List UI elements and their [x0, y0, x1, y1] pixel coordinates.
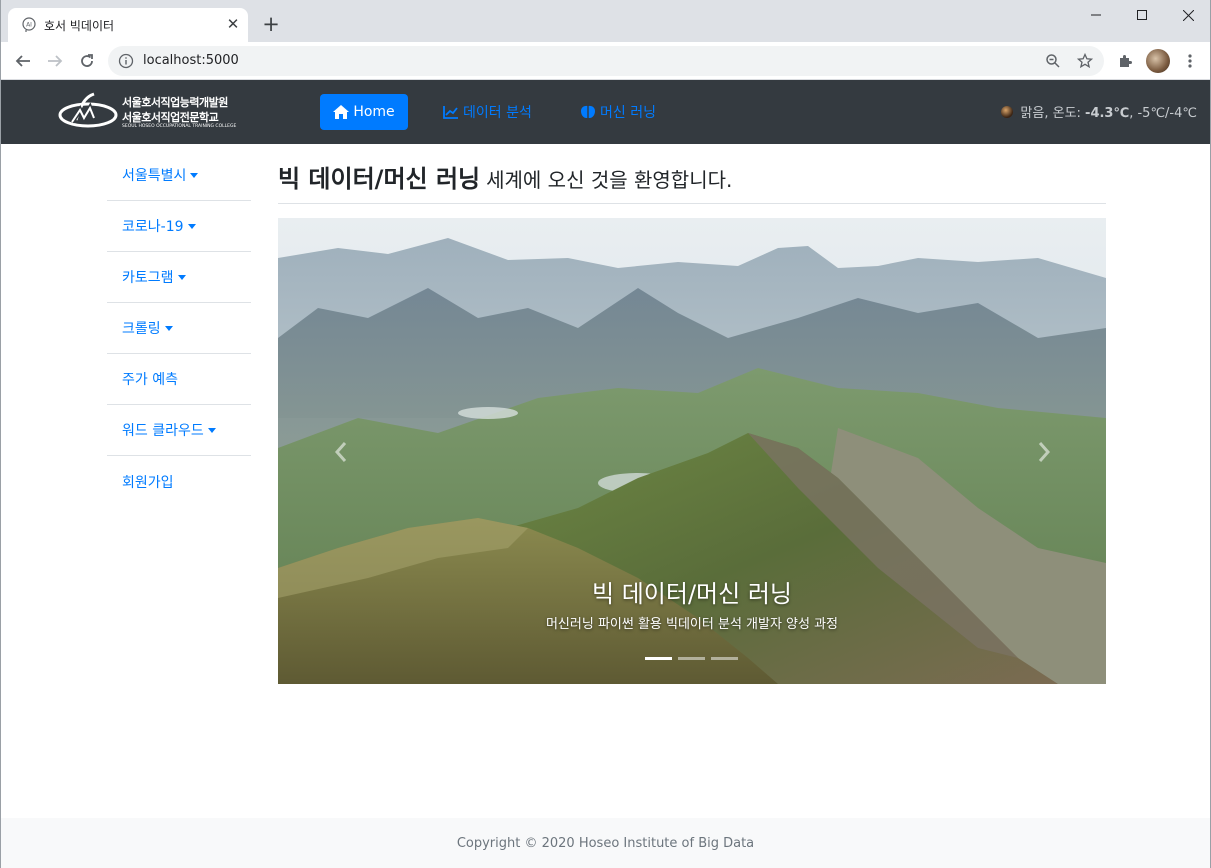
new-tab-button[interactable]: +	[258, 12, 284, 38]
arrow-right-icon	[48, 55, 63, 67]
bookmark-star-icon[interactable]	[1077, 53, 1093, 69]
carousel-indicator-2[interactable]	[678, 657, 705, 660]
page-title-strong: 빅 데이터/머신 러닝	[278, 165, 481, 193]
sidebar-item-label: 워드 클라우드	[122, 423, 204, 439]
more-vert-icon	[1188, 54, 1192, 68]
logo-text-line2: 서울호서직업전문학교	[122, 111, 219, 124]
brain-icon	[581, 105, 595, 119]
back-button[interactable]	[9, 47, 37, 75]
close-tab-icon[interactable]: ✕	[224, 15, 242, 33]
browser-tab[interactable]: AI 호서 빅데이터 ✕	[8, 8, 248, 42]
carousel-next-button[interactable]	[1029, 438, 1059, 466]
line-chart-icon	[443, 106, 458, 119]
sidebar-item-seoul[interactable]: 서울특별시	[107, 150, 251, 201]
sidebar-item-cartogram[interactable]: 카토그램	[107, 252, 251, 303]
nav-data-analysis-link[interactable]: 데이터 분석	[443, 102, 532, 122]
nav-data-analysis-label: 데이터 분석	[463, 105, 532, 121]
chevron-left-icon	[335, 442, 347, 462]
page-title-sub: 세계에 오신 것을 환영합니다.	[486, 168, 733, 192]
logo-text-line3: SEOUL HOSEO OCCUPATIONAL TRAINING COLLEG…	[122, 124, 237, 129]
sidebar-item-label: 서울특별시	[122, 168, 187, 184]
carousel-indicator-3[interactable]	[711, 657, 738, 660]
extensions-button[interactable]	[1112, 47, 1140, 75]
nav-home-button[interactable]: Home	[320, 94, 408, 130]
profile-avatar[interactable]	[1146, 49, 1170, 73]
weather-temperature: -4.3℃	[1085, 106, 1130, 121]
weather-condition: 맑음, 온도:	[1020, 106, 1086, 121]
caret-down-icon	[164, 325, 173, 331]
puzzle-icon	[1120, 55, 1132, 67]
maximize-icon	[1137, 10, 1147, 20]
nav-machine-learning-link[interactable]: 머신 러닝	[580, 102, 656, 122]
ai-favicon-icon: AI	[22, 17, 36, 32]
divider	[278, 203, 1106, 204]
close-window-button[interactable]	[1165, 0, 1211, 30]
caret-down-icon	[190, 172, 199, 178]
window-border-left	[0, 0, 1, 868]
tab-title: 호서 빅데이터	[44, 19, 115, 33]
svg-text:AI: AI	[26, 22, 32, 29]
minimize-icon	[1091, 14, 1101, 16]
sidebar-item-label: 회원가입	[122, 474, 174, 491]
maximize-window-button[interactable]	[1119, 0, 1165, 30]
home-icon	[333, 105, 350, 119]
sidebar-item-corona[interactable]: 코로나-19	[107, 201, 251, 252]
caret-down-icon	[187, 223, 196, 229]
sidebar-item-signup[interactable]: 회원가입	[107, 456, 251, 507]
sidebar-item-stock-prediction[interactable]: 주가 예측	[107, 354, 251, 405]
browser-tabstrip: AI 호서 빅데이터 ✕ +	[0, 0, 1211, 42]
sidebar-item-label: 카토그램	[122, 270, 174, 286]
logo-text-line1: 서울호서직업능력개발원	[122, 96, 228, 109]
nav-home-label: Home	[353, 104, 395, 120]
sidebar-item-crawling[interactable]: 크롤링	[107, 303, 251, 354]
url-text: localhost:5000	[143, 53, 239, 68]
site-footer: Copyright © 2020 Hoseo Institute of Big …	[0, 818, 1211, 868]
nav-machine-learning-label: 머신 러닝	[600, 105, 656, 121]
zoom-icon[interactable]	[1045, 53, 1061, 69]
info-icon	[118, 53, 134, 69]
address-bar[interactable]: localhost:5000	[108, 46, 1104, 76]
close-icon	[1182, 9, 1194, 21]
minimize-window-button[interactable]	[1073, 0, 1119, 30]
forward-button[interactable]	[41, 47, 69, 75]
college-emblem-icon	[58, 92, 118, 128]
weather-widget: 맑음, 온도: -4.3℃, -5℃/-4℃	[1000, 102, 1197, 121]
caret-down-icon	[207, 427, 216, 433]
weather-range: , -5℃/-4℃	[1129, 106, 1197, 121]
browser-toolbar: localhost:5000	[0, 42, 1211, 80]
sidebar-item-word-cloud[interactable]: 워드 클라우드	[107, 405, 251, 456]
sidebar-nav: 서울특별시 코로나-19 카토그램 크롤링 주가 예측 워드 클라우드 회원가입	[107, 150, 251, 507]
menu-button[interactable]	[1176, 47, 1204, 75]
sidebar-item-label: 크롤링	[122, 321, 161, 337]
site-logo[interactable]: 서울호서직업능력개발원 서울호서직업전문학교 SEOUL HOSEO OCCUP…	[58, 90, 238, 134]
copyright-text: Copyright © 2020 Hoseo Institute of Big …	[456, 836, 755, 851]
arrow-left-icon	[15, 55, 30, 67]
hero-carousel: 빅 데이터/머신 러닝 머신러닝 파이썬 활용 빅데이터 분석 개발자 양성 과…	[278, 218, 1106, 684]
reload-icon	[81, 54, 93, 67]
site-navbar: 서울호서직업능력개발원 서울호서직업전문학교 SEOUL HOSEO OCCUP…	[0, 80, 1211, 144]
carousel-caption-text: 머신러닝 파이썬 활용 빅데이터 분석 개발자 양성 과정	[545, 617, 839, 632]
sidebar-item-label: 코로나-19	[122, 219, 184, 235]
carousel-prev-button[interactable]	[326, 438, 356, 466]
chevron-right-icon	[1038, 442, 1050, 462]
weather-icon	[1001, 105, 1014, 118]
caret-down-icon	[177, 274, 186, 280]
carousel-indicators	[645, 657, 738, 660]
page-title: 빅 데이터/머신 러닝 세계에 오신 것을 환영합니다.	[278, 159, 732, 194]
carousel-caption-title: 빅 데이터/머신 러닝	[592, 580, 792, 608]
carousel-indicator-1[interactable]	[645, 657, 672, 660]
reload-button[interactable]	[73, 47, 101, 75]
sidebar-item-label: 주가 예측	[122, 372, 178, 388]
